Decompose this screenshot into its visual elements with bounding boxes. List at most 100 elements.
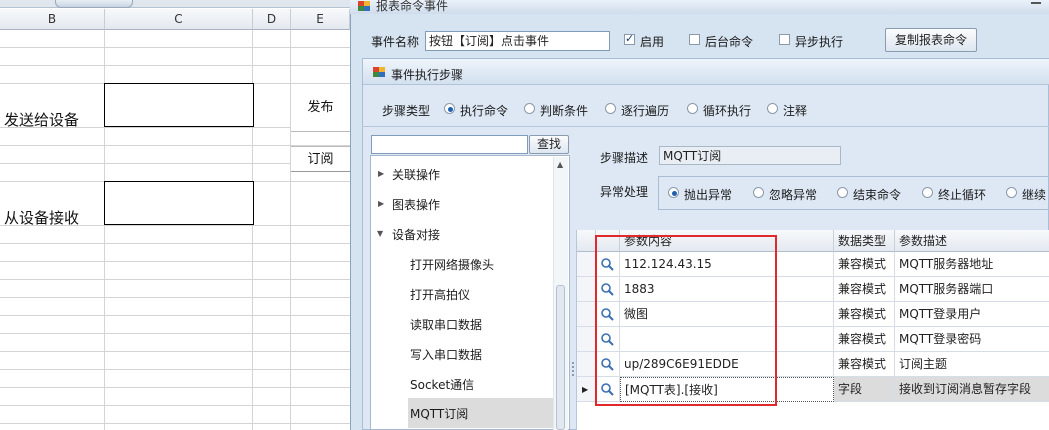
background-command-label: 后台命令 <box>705 35 754 49</box>
column-header-b[interactable]: B <box>0 9 105 30</box>
exception-throw-radio[interactable] <box>668 187 679 198</box>
column-header-c[interactable]: C <box>105 9 253 30</box>
copy-report-command-button[interactable]: 复制报表命令 <box>885 28 977 52</box>
step-type-iterate-radio[interactable] <box>605 103 616 114</box>
divider <box>362 126 1049 127</box>
send-to-device-label: 发送给设备 <box>4 111 80 129</box>
tree-item-socket[interactable]: Socket通信 <box>410 376 474 393</box>
send-value-cell[interactable] <box>104 83 254 127</box>
event-name-label: 事件名称 <box>371 35 420 49</box>
dialog-title: 报表命令事件 <box>376 0 449 13</box>
exception-continue-label: 继续 <box>1022 188 1047 202</box>
param-desc-cell[interactable]: MQTT登录密码 <box>895 327 1049 352</box>
collapse-arrow-icon[interactable]: ▼ <box>377 229 383 238</box>
expand-arrow-icon[interactable]: ▶ <box>378 169 384 178</box>
tree-scrollbar-thumb[interactable] <box>556 285 565 430</box>
param-type-cell[interactable]: 兼容模式 <box>834 252 895 277</box>
exception-continue-radio[interactable] <box>1006 187 1017 198</box>
minimize-icon[interactable] <box>1031 2 1041 4</box>
param-desc-cell[interactable]: MQTT服务器端口 <box>895 277 1049 302</box>
step-type-comment-radio[interactable] <box>767 103 778 114</box>
tree-group-relation[interactable]: 关联操作 <box>392 166 440 183</box>
step-type-loop-radio[interactable] <box>687 103 698 114</box>
param-type-cell[interactable]: 字段 <box>834 377 895 402</box>
event-name-input[interactable]: 按钮【订阅】点击事件 <box>425 31 610 51</box>
step-type-loop-label: 循环执行 <box>703 104 752 118</box>
grid-header-type[interactable]: 数据类型 <box>834 230 895 252</box>
column-header-e[interactable]: E <box>291 9 350 30</box>
receive-value-cell[interactable] <box>104 181 254 225</box>
exception-ignore-label: 忽略异常 <box>769 188 818 202</box>
publish-button[interactable]: 发布 <box>291 84 350 132</box>
grid-corner <box>577 230 596 252</box>
step-type-execute-radio[interactable] <box>444 103 455 114</box>
step-type-condition-radio[interactable] <box>524 103 535 114</box>
exception-break-label: 终止循环 <box>938 188 987 202</box>
tree-group-chart[interactable]: 图表操作 <box>392 196 440 213</box>
step-type-execute-label: 执行命令 <box>460 104 509 118</box>
step-type-label: 步骤类型 <box>382 104 431 118</box>
row-header[interactable] <box>577 352 596 377</box>
app-icon <box>358 1 370 11</box>
grid-line <box>0 65 350 66</box>
param-desc-cell[interactable]: MQTT服务器地址 <box>895 252 1049 277</box>
background-command-checkbox[interactable] <box>689 34 700 45</box>
command-tree: ▶ 关联操作 ▶ 图表操作 ▼ 设备对接 打开网络摄像头 打开高拍仪 读取串口数… <box>370 155 570 430</box>
column-header-d[interactable]: D <box>253 9 291 30</box>
sheet-tab-strip <box>0 0 350 8</box>
receive-from-device-label: 从设备接收 <box>4 209 80 227</box>
highlight-box <box>595 235 777 406</box>
param-type-cell[interactable]: 兼容模式 <box>834 302 895 327</box>
tree-item-write-serial[interactable]: 写入串口数据 <box>410 346 482 363</box>
grid-line <box>0 261 350 262</box>
exception-end-radio[interactable] <box>837 187 848 198</box>
exception-end-label: 结束命令 <box>853 188 902 202</box>
row-header[interactable] <box>577 277 596 302</box>
row-header[interactable] <box>577 327 596 352</box>
scroll-up-icon[interactable]: ▲ <box>557 160 563 169</box>
search-input[interactable] <box>371 135 528 154</box>
grid-header-desc[interactable]: 参数描述 <box>895 230 1049 252</box>
param-type-cell[interactable]: 兼容模式 <box>834 352 895 377</box>
tree-group-device[interactable]: 设备对接 <box>392 226 440 243</box>
dialog-titlebar[interactable] <box>350 0 1049 14</box>
expand-arrow-icon[interactable]: ▶ <box>378 199 384 208</box>
param-type-cell[interactable]: 兼容模式 <box>834 277 895 302</box>
execution-steps-panel-header <box>363 59 1049 85</box>
splitter-handle[interactable] <box>572 362 574 376</box>
row-header[interactable] <box>577 252 596 277</box>
sheet-tab[interactable] <box>55 0 133 8</box>
async-exec-checkbox[interactable] <box>779 34 790 45</box>
grid-line <box>0 387 350 388</box>
param-desc-cell[interactable]: 接收到订阅消息暂存字段 <box>895 377 1049 402</box>
tree-item-document-camera[interactable]: 打开高拍仪 <box>410 286 470 303</box>
panel-icon <box>373 67 385 77</box>
grid-line <box>0 351 350 352</box>
current-row-indicator-icon[interactable]: ▶ <box>577 377 596 402</box>
enable-checkbox[interactable] <box>624 32 635 45</box>
param-desc-cell[interactable]: MQTT登录用户 <box>895 302 1049 327</box>
exception-handling-label: 异常处理 <box>600 185 649 199</box>
step-type-comment-label: 注释 <box>783 104 808 118</box>
exception-ignore-radio[interactable] <box>753 187 764 198</box>
grid-line <box>0 315 350 316</box>
grid-line <box>0 369 350 370</box>
panel-title: 事件执行步骤 <box>391 68 464 82</box>
tree-item-mqtt-subscribe[interactable]: MQTT订阅 <box>410 405 468 422</box>
param-desc-cell[interactable]: 订阅主题 <box>895 352 1049 377</box>
step-type-condition-label: 判断条件 <box>540 104 589 118</box>
step-description-label: 步骤描述 <box>600 151 649 165</box>
tree-item-ip-camera[interactable]: 打开网络摄像头 <box>410 256 494 273</box>
subscribe-button[interactable]: 订阅 <box>291 146 350 172</box>
step-description-input[interactable]: MQTT订阅 <box>659 146 841 165</box>
grid-line <box>0 279 350 280</box>
grid-line <box>0 423 350 424</box>
row-header[interactable] <box>577 302 596 327</box>
tree-item-read-serial[interactable]: 读取串口数据 <box>410 316 482 333</box>
grid-line <box>0 405 350 406</box>
async-exec-label: 异步执行 <box>795 35 844 49</box>
spreadsheet: B C D E 发送给设备 从设备接收 发布 订阅 <box>0 0 350 430</box>
search-button[interactable]: 查找 <box>529 135 569 154</box>
param-type-cell[interactable]: 兼容模式 <box>834 327 895 352</box>
exception-break-radio[interactable] <box>922 187 933 198</box>
